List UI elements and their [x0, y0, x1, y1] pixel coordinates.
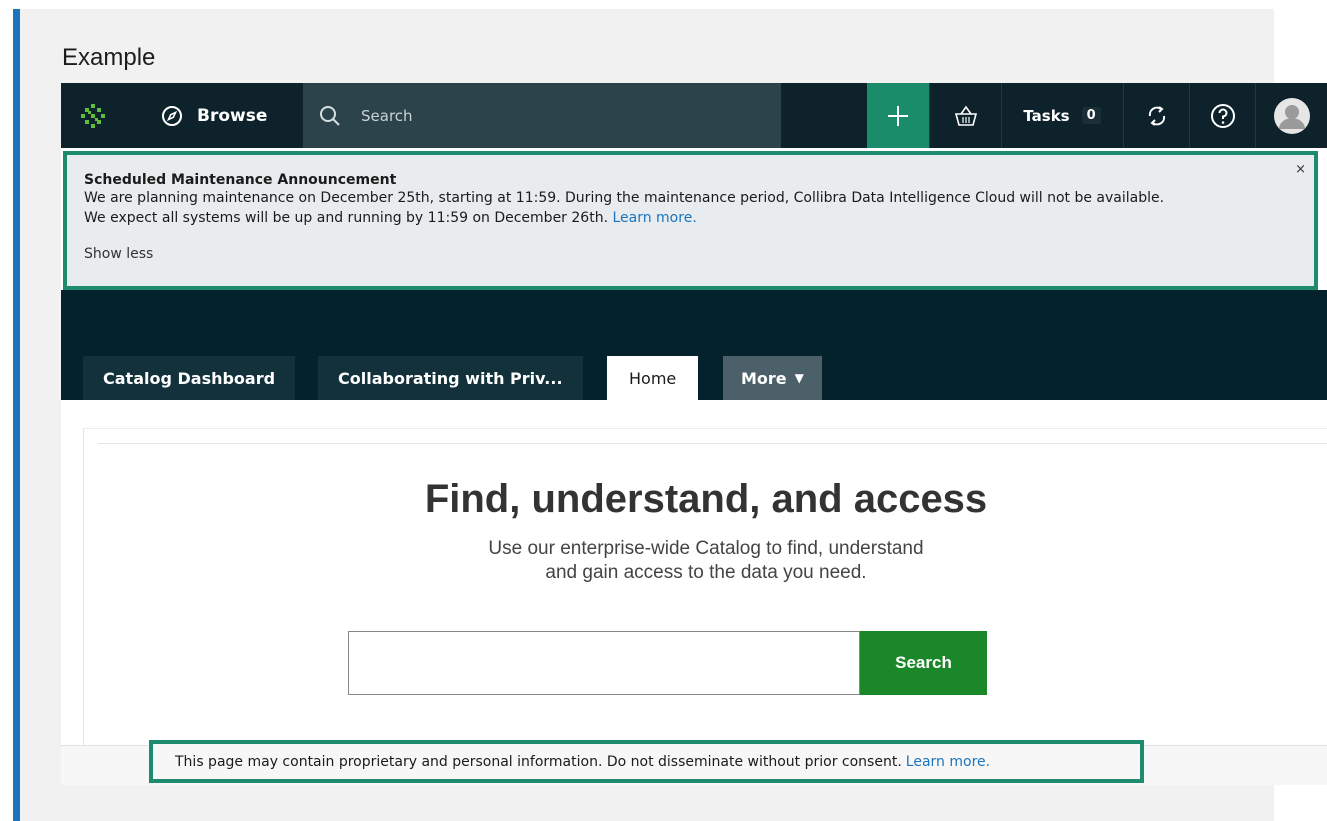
collibra-logo-icon[interactable] — [61, 83, 125, 148]
privacy-notice: This page may contain proprietary and pe… — [149, 740, 1144, 783]
help-icon — [1210, 103, 1235, 128]
announcement-line-2-text: We expect all systems will be up and run… — [84, 210, 609, 226]
example-label: Example — [62, 44, 156, 71]
tab-label: Collaborating with Priv... — [338, 368, 563, 388]
sync-icon — [1148, 105, 1165, 126]
divider — [98, 443, 1327, 444]
user-menu-button[interactable] — [1255, 83, 1327, 148]
tasks-label: Tasks — [1023, 106, 1070, 125]
basket-button[interactable] — [929, 83, 1001, 148]
app-screenshot: Browse Search Tasks 0 Scheduled Maintena… — [61, 83, 1327, 785]
search-placeholder: Search — [361, 106, 413, 125]
show-less-link[interactable]: Show less — [84, 246, 1296, 262]
tasks-count-badge: 0 — [1081, 107, 1101, 124]
basket-icon — [954, 105, 977, 126]
create-button[interactable] — [867, 83, 929, 148]
announcement-line-2: We expect all systems will be up and run… — [84, 208, 1296, 228]
tab-collaborating[interactable]: Collaborating with Priv... — [318, 356, 583, 400]
search-icon — [320, 105, 340, 126]
catalog-search-input[interactable] — [348, 631, 860, 695]
announcement-title: Scheduled Maintenance Announcement — [84, 172, 397, 188]
tab-catalog-dashboard[interactable]: Catalog Dashboard — [83, 356, 296, 400]
compass-icon — [162, 105, 182, 126]
catalog-search-button[interactable]: Search — [860, 631, 987, 695]
browse-button[interactable]: Browse — [125, 83, 302, 148]
tab-home[interactable]: Home — [607, 356, 699, 400]
subline-2: and gain access to the data you need. — [545, 562, 867, 583]
privacy-notice-text: This page may contain proprietary and pe… — [175, 753, 902, 770]
caret-down-icon: ▼ — [794, 371, 804, 385]
announcement-line-1: We are planning maintenance on December … — [84, 190, 1165, 206]
page-headline: Find, understand, and access — [424, 477, 988, 521]
tab-more[interactable]: More ▼ — [723, 356, 822, 400]
privacy-learn-more-link[interactable]: Learn more. — [906, 754, 990, 770]
search-input[interactable]: Search — [303, 83, 781, 148]
announcement-learn-more-link[interactable]: Learn more. — [612, 210, 696, 226]
help-button[interactable] — [1189, 83, 1255, 148]
home-content: Find, understand, and access Use our ent… — [83, 428, 1327, 745]
avatar-icon — [1273, 97, 1310, 134]
subline-1: Use our enterprise-wide Catalog to find,… — [488, 538, 924, 559]
tab-label: Catalog Dashboard — [103, 368, 276, 388]
browse-label: Browse — [197, 105, 268, 126]
page-subline: Use our enterprise-wide Catalog to find,… — [84, 537, 1327, 585]
sync-button[interactable] — [1123, 83, 1189, 148]
announcement-body: We are planning maintenance on December … — [84, 188, 1296, 228]
plus-icon — [888, 105, 908, 126]
dashboard-header-band: Catalog Dashboard Collaborating with Pri… — [61, 290, 1327, 400]
close-icon[interactable]: × — [1295, 162, 1306, 177]
maintenance-announcement: Scheduled Maintenance Announcement We ar… — [63, 151, 1318, 290]
tab-label: More — [741, 368, 787, 388]
tab-label: Home — [629, 368, 677, 388]
left-accent-bar — [13, 9, 20, 821]
tasks-button[interactable]: Tasks 0 — [1001, 83, 1122, 148]
top-nav: Browse Search Tasks 0 — [61, 83, 1327, 148]
